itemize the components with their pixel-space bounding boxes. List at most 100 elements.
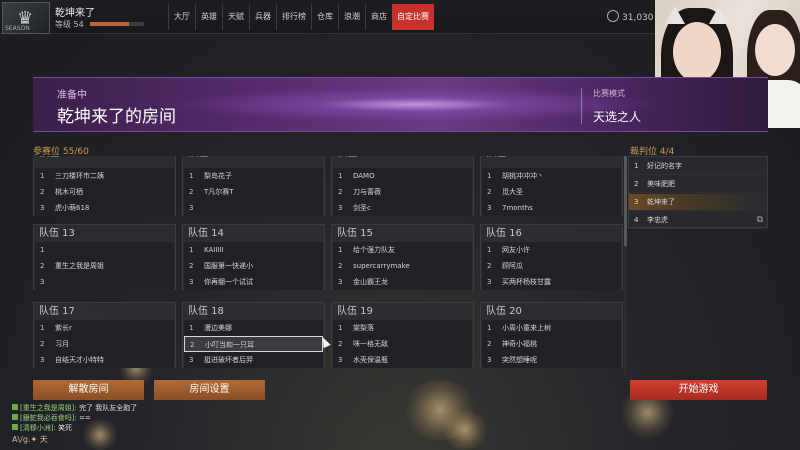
start-game-button[interactable]: 开始游戏 [630, 380, 767, 400]
team-slot[interactable]: 3 挺进破坏者后羿 [184, 352, 323, 368]
team-slot[interactable]: 1 给个强力队友 [333, 242, 472, 258]
team-slot[interactable]: 2 神奇小福桃 [482, 336, 621, 352]
team-slot[interactable]: 2 咪一格无敌 [333, 336, 472, 352]
team-card: 队伍 10 1 梨岛花子 2 T凡尔赛T 3 [182, 156, 325, 216]
slot-number: 2 [40, 340, 45, 348]
team-slot[interactable]: 2 T凡尔赛T [184, 184, 323, 200]
referee-name: 好记的名字 [647, 162, 682, 170]
nav-item-5[interactable]: 仓库 [311, 4, 338, 30]
slot-number: 3 [189, 356, 194, 364]
avatar[interactable]: ♛ SEASON [2, 2, 50, 34]
referee-slot[interactable]: 2 美味肥肥 [629, 176, 767, 193]
team-slot[interactable]: 1 网友小许 [482, 242, 621, 258]
slot-number: 3 [338, 356, 343, 364]
copy-icon[interactable]: ⧉ [757, 212, 763, 229]
team-slot[interactable]: 1 [35, 242, 174, 258]
player-name: KAIIIII [204, 246, 224, 254]
team-slot[interactable]: 3 金山霸王龙 [333, 274, 472, 290]
team-slot[interactable]: 1 小周小童来上树 [482, 320, 621, 336]
team-slot[interactable]: 3 自结天才小特特 [35, 352, 174, 368]
slot-number: 1 [338, 324, 343, 332]
team-slot[interactable]: 1 三刀楼环市二姨 [35, 168, 174, 184]
team-slot[interactable]: 3 7months [482, 200, 621, 216]
avatar-tag: SEASON [5, 25, 30, 32]
team-slot[interactable]: 1 胡桃冲冲冲丶 [482, 168, 621, 184]
cat-ear-icon [665, 6, 685, 24]
team-slot[interactable]: 2 supercarrymake [333, 258, 472, 274]
referee-slot[interactable]: 4 李忠虎 ⧉ [629, 212, 767, 229]
team-card: 队伍 19 1 棠梨落 2 咪一格无敌 3 水壳保温瓶 [331, 302, 474, 368]
team-slot[interactable]: 3 剑圣c [333, 200, 472, 216]
player-name: 7months [502, 204, 533, 212]
player-name: 习月 [55, 340, 69, 348]
team-slot[interactable]: 3 突然想睡呢 [482, 352, 621, 368]
nav-item-1[interactable]: 英雄 [195, 4, 222, 30]
level-progress-bar [90, 22, 144, 26]
team-scrollbar[interactable] [624, 156, 627, 374]
nav-item-7[interactable]: 商店 [365, 4, 392, 30]
slot-number: 2 [338, 340, 343, 348]
currency-amount: 31,030 [622, 13, 654, 23]
team-slot[interactable]: 2 顾阿瓜 [482, 258, 621, 274]
coin-icon [607, 10, 619, 22]
nav-item-6[interactable]: 浪潮 [338, 4, 365, 30]
slot-number: 2 [190, 341, 195, 349]
slot-number: 1 [40, 172, 45, 180]
team-slot[interactable]: 2 觅大圣 [482, 184, 621, 200]
team-slot[interactable]: 1 漫边美娜 [184, 320, 323, 336]
slot-number: 1 [338, 246, 343, 254]
team-slot[interactable]: 3 [35, 274, 174, 290]
team-card: 队伍 20 1 小周小童来上树 2 神奇小福桃 3 突然想睡呢 [480, 302, 623, 368]
nav-item-3[interactable]: 兵器 [249, 4, 276, 30]
player-name: 挺进破坏者后羿 [204, 356, 253, 364]
mode-value[interactable]: 天选之人 [593, 108, 641, 125]
referee-name: 李忠虎 [647, 216, 668, 224]
slot-number: 1 [634, 162, 639, 170]
player-name: 棠梨落 [353, 324, 374, 332]
team-name: 队伍 14 [188, 228, 224, 239]
team-name: 队伍 15 [337, 228, 373, 239]
team-name: 队伍 12 [486, 156, 522, 161]
player-name: 刀与蔷薇 [353, 188, 381, 196]
nav-item-8[interactable]: 自定比赛 [392, 4, 434, 30]
slot-number: 3 [487, 356, 492, 364]
team-slot[interactable]: 1 紫长r [35, 320, 174, 336]
team-slot[interactable]: 2 国服第一快递小 [184, 258, 323, 274]
slot-number: 1 [338, 172, 343, 180]
player-name: 水壳保温瓶 [353, 356, 388, 364]
team-slot[interactable]: 3 买两杯杨枝甘露 [482, 274, 621, 290]
referee-name: 美味肥肥 [647, 180, 675, 188]
slot-number: 1 [40, 324, 45, 332]
nav-item-4[interactable]: 排行榜 [276, 4, 311, 30]
slot-number: 3 [189, 204, 194, 212]
player-name: 乾坤来了 [55, 8, 95, 19]
team-slot[interactable]: 3 [184, 200, 323, 216]
slot-number: 2 [487, 262, 492, 270]
room-settings-button[interactable]: 房间设置 [154, 380, 265, 400]
disband-room-button[interactable]: 解散房间 [33, 380, 144, 400]
referee-slot[interactable]: 3 乾坤来了 [629, 194, 767, 211]
team-card: 队伍 17 1 紫长r 2 习月 3 自结天才小特特 [33, 302, 176, 368]
nav-item-0[interactable]: 大厅 [168, 4, 195, 30]
slot-number: 1 [487, 172, 492, 180]
team-card: 队伍 12 1 胡桃冲冲冲丶 2 觅大圣 3 7months [480, 156, 623, 216]
team-slot[interactable]: 2 刀与蔷薇 [333, 184, 472, 200]
slot-number: 2 [487, 340, 492, 348]
nav-item-2[interactable]: 天赋 [222, 4, 249, 30]
team-slot[interactable]: 3 虎小萌618 [35, 200, 174, 216]
referee-slot[interactable]: 1 好记的名字 [629, 158, 767, 175]
scrollbar-thumb[interactable] [624, 156, 627, 246]
team-slot[interactable]: 2 桃木可栖 [35, 184, 174, 200]
team-slot[interactable]: 2 习月 [35, 336, 174, 352]
team-slot[interactable]: 1 KAIIIII [184, 242, 323, 258]
team-slot[interactable]: 2 重生之我是周姐 [35, 258, 174, 274]
stream-chat: [重生之我是周姐]: 完了 我队友全跑了 [銀蛇我必吞食吗]: == [清穆小洲]:… [12, 403, 242, 433]
team-slot[interactable]: 1 棠梨落 [333, 320, 472, 336]
team-slot[interactable]: 1 梨岛花子 [184, 168, 323, 184]
player-name: 自结天才小特特 [55, 356, 104, 364]
team-slot[interactable]: 2 小叮当和一只耳 [184, 336, 323, 352]
team-slot[interactable]: 3 你再绷一个试试 [184, 274, 323, 290]
team-slot[interactable]: 3 水壳保温瓶 [333, 352, 472, 368]
team-slot[interactable]: 1 DAMO [333, 168, 472, 184]
badge-icon [12, 404, 18, 410]
